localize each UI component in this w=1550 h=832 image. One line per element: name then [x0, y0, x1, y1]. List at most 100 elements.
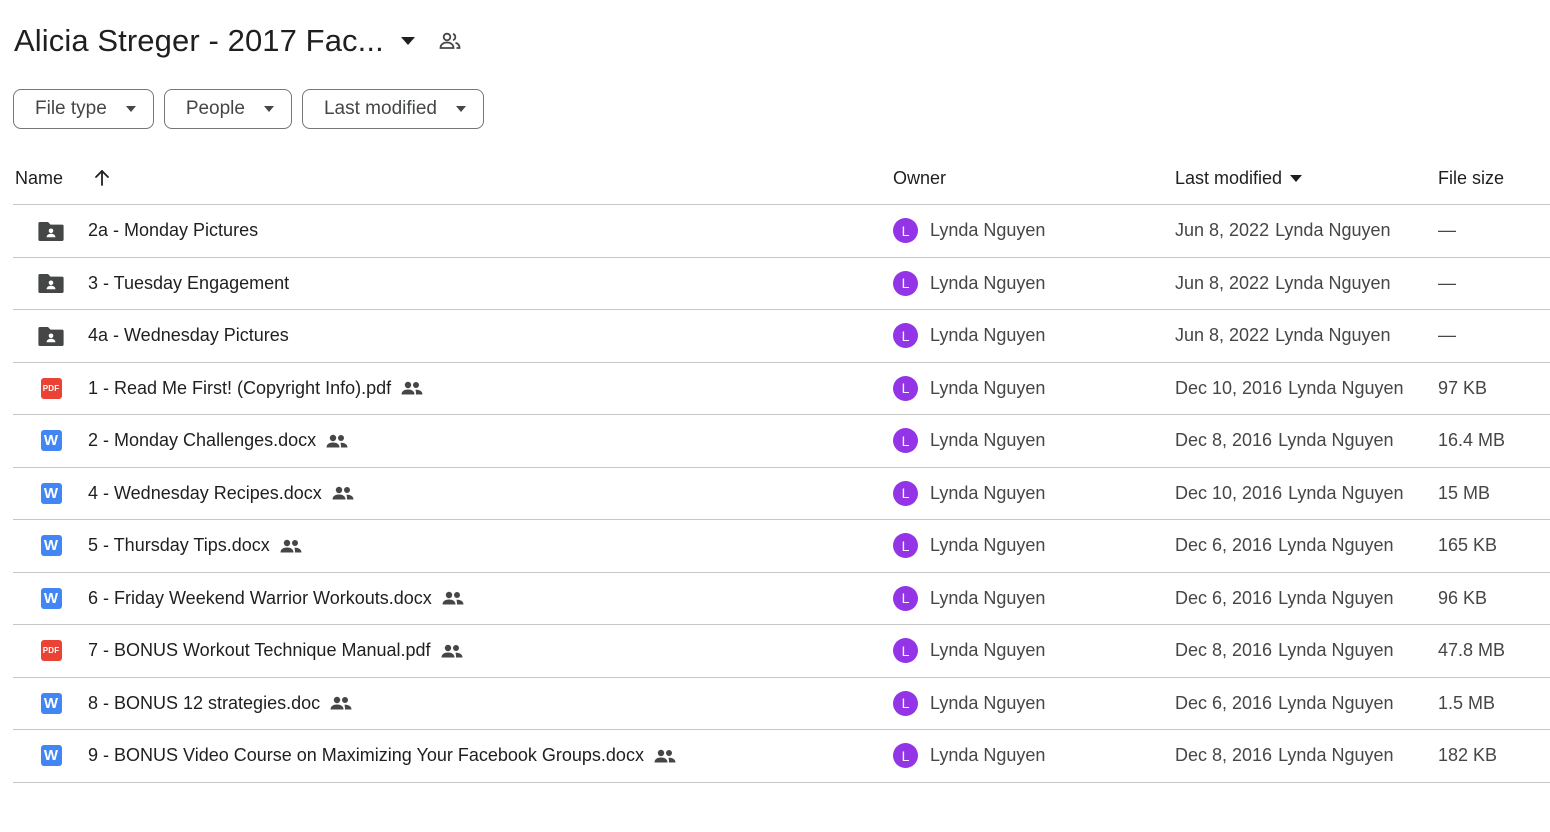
file-name: 2a - Monday Pictures: [88, 220, 259, 241]
file-name: 9 - BONUS Video Course on Maximizing You…: [88, 745, 644, 766]
avatar[interactable]: L: [893, 480, 918, 506]
title-dropdown-icon[interactable]: [396, 29, 420, 53]
file-name-cell[interactable]: 3 - Tuesday Engagement: [88, 258, 289, 310]
owner-column-header[interactable]: Owner: [893, 152, 946, 204]
avatar[interactable]: L: [893, 323, 918, 349]
last-modified-cell: Dec 10, 2016 Lynda Nguyen: [1175, 468, 1404, 520]
file-size-column-header[interactable]: File size: [1438, 152, 1504, 204]
page-title[interactable]: Alicia Streger - 2017 Fac...: [14, 23, 384, 59]
word-icon-label: W: [40, 430, 62, 452]
page-header: Alicia Streger - 2017 Fac...: [14, 18, 464, 64]
avatar[interactable]: L: [893, 533, 918, 559]
shared-icon: [401, 381, 423, 395]
file-name-cell[interactable]: 5 - Thursday Tips.docx: [88, 520, 302, 572]
file-size-cell: —: [1438, 205, 1456, 257]
file-name: 8 - BONUS 12 strategies.doc: [88, 692, 321, 713]
last-modified-filter[interactable]: Last modified: [301, 89, 484, 129]
modified-date: Dec 6, 2016: [1175, 692, 1273, 713]
modified-by: Lynda Nguyen: [1275, 220, 1391, 241]
file-name-cell[interactable]: 4 - Wednesday Recipes.docx: [88, 468, 354, 520]
shared-icon: [330, 696, 352, 710]
avatar[interactable]: L: [893, 638, 918, 664]
file-name-cell[interactable]: 1 - Read Me First! (Copyright Info).pdf: [88, 363, 423, 415]
people-filter-label: People: [185, 98, 245, 119]
file-size: 47.8 MB: [1438, 640, 1506, 661]
word-icon-label: W: [40, 482, 62, 504]
last-modified-column-label: Last modified: [1175, 167, 1283, 188]
owner-cell: L Lynda Nguyen: [893, 573, 1045, 625]
table-row[interactable]: 2a - Monday Pictures L Lynda Nguyen Jun 8, …: [13, 205, 1550, 258]
file-name-cell[interactable]: 6 - Friday Weekend Warrior Workouts.docx: [88, 573, 464, 625]
file-size-cell: 47.8 MB: [1438, 625, 1505, 677]
file-name-cell[interactable]: 8 - BONUS 12 strategies.doc: [88, 678, 352, 730]
file-type-filter[interactable]: File type: [13, 89, 154, 129]
avatar[interactable]: L: [893, 218, 918, 244]
file-name-cell[interactable]: 9 - BONUS Video Course on Maximizing You…: [88, 730, 676, 782]
owner-name: Lynda Nguyen: [930, 377, 1046, 398]
owner-cell: L Lynda Nguyen: [893, 678, 1045, 730]
caret-down-icon: [1290, 174, 1303, 182]
word-icon-label: W: [40, 745, 62, 767]
table-row[interactable]: W 2 - Monday Challenges.docx L Lynda Nguyen…: [13, 415, 1550, 468]
table-row[interactable]: 3 - Tuesday Engagement L Lynda Nguyen Jun 8…: [13, 258, 1550, 310]
table-row[interactable]: W 6 - Friday Weekend Warrior Workouts.doc…: [13, 573, 1550, 625]
modified-by: Lynda Nguyen: [1275, 325, 1391, 346]
file-name-cell[interactable]: 2a - Monday Pictures: [88, 205, 258, 257]
shared-icon: [654, 749, 676, 763]
table-row[interactable]: 4a - Wednesday Pictures L Lynda Nguyen Jun …: [13, 310, 1550, 363]
name-column-label: Name: [15, 167, 64, 188]
chevron-down-icon: [125, 103, 137, 115]
owner-name: Lynda Nguyen: [930, 745, 1046, 766]
file-size: —: [1438, 325, 1456, 346]
shared-icon: [326, 434, 348, 448]
file-name: 1 - Read Me First! (Copyright Info).pdf: [88, 377, 392, 398]
chevron-down-icon: [263, 103, 275, 115]
avatar[interactable]: L: [893, 375, 918, 401]
owner-name: Lynda Nguyen: [930, 220, 1046, 241]
modified-by: Lynda Nguyen: [1275, 272, 1391, 293]
shared-people-icon[interactable]: [436, 27, 464, 55]
file-size: 96 KB: [1438, 587, 1488, 608]
modified-date: Dec 10, 2016: [1175, 377, 1283, 398]
chevron-down-icon: [455, 103, 467, 115]
avatar[interactable]: L: [893, 743, 918, 769]
last-modified-cell: Jun 8, 2022 Lynda Nguyen: [1175, 310, 1391, 362]
table-row[interactable]: W5 - Thursday Tips.docx L Lynda Nguyen Dec …: [13, 520, 1550, 573]
owner-column-label: Owner: [893, 167, 947, 188]
table-row[interactable]: W 9 - BONUS Video Course on Maximizing Yo…: [13, 730, 1550, 783]
modified-by: Lynda Nguyen: [1278, 535, 1394, 556]
avatar[interactable]: L: [893, 270, 918, 296]
file-name-cell[interactable]: 7 - BONUS Workout Technique Manual.pdf: [88, 625, 463, 677]
shared-icon: [442, 591, 464, 605]
last-modified-cell: Dec 8, 2016 Lynda Nguyen: [1175, 730, 1394, 782]
avatar[interactable]: L: [893, 585, 918, 611]
avatar[interactable]: L: [893, 428, 918, 454]
table-row[interactable]: PDF 7 - BONUS Workout Technique Manual.pd…: [13, 625, 1550, 678]
owner-cell: L Lynda Nguyen: [893, 468, 1045, 520]
modified-date: Dec 8, 2016: [1175, 745, 1273, 766]
name-column-header[interactable]: Name: [15, 152, 111, 204]
file-type-filter-label: File type: [35, 98, 107, 119]
pdf-icon: PDF: [37, 625, 65, 677]
file-size: 16.4 MB: [1438, 430, 1506, 451]
owner-name: Lynda Nguyen: [930, 535, 1046, 556]
table-body: 2a - Monday Pictures L Lynda Nguyen Jun 8, …: [13, 205, 1550, 783]
file-size: 15 MB: [1438, 482, 1491, 503]
modified-by: Lynda Nguyen: [1288, 377, 1404, 398]
file-name-cell[interactable]: 4a - Wednesday Pictures: [88, 310, 289, 362]
sort-ascending-icon[interactable]: [93, 169, 111, 187]
file-name-cell[interactable]: 2 - Monday Challenges.docx: [88, 415, 348, 467]
table-row[interactable]: W 8 - BONUS 12 strategies.doc L Lynda Nguye…: [13, 678, 1550, 730]
modified-date: Dec 6, 2016: [1175, 535, 1273, 556]
word-icon: W: [37, 468, 65, 520]
file-name: 5 - Thursday Tips.docx: [88, 535, 270, 556]
file-name: 6 - Friday Weekend Warrior Workouts.docx: [88, 587, 432, 608]
modified-date: Jun 8, 2022: [1175, 272, 1270, 293]
table-row[interactable]: PDF 1 - Read Me First! (Copyright Info).p…: [13, 363, 1550, 415]
modified-by: Lynda Nguyen: [1278, 692, 1394, 713]
people-filter[interactable]: People: [163, 89, 292, 129]
last-modified-column-header[interactable]: Last modified: [1175, 152, 1303, 204]
owner-name: Lynda Nguyen: [930, 587, 1046, 608]
avatar[interactable]: L: [893, 690, 918, 716]
table-row[interactable]: W 4 - Wednesday Recipes.docx L Lynda Nguyen…: [13, 468, 1550, 520]
